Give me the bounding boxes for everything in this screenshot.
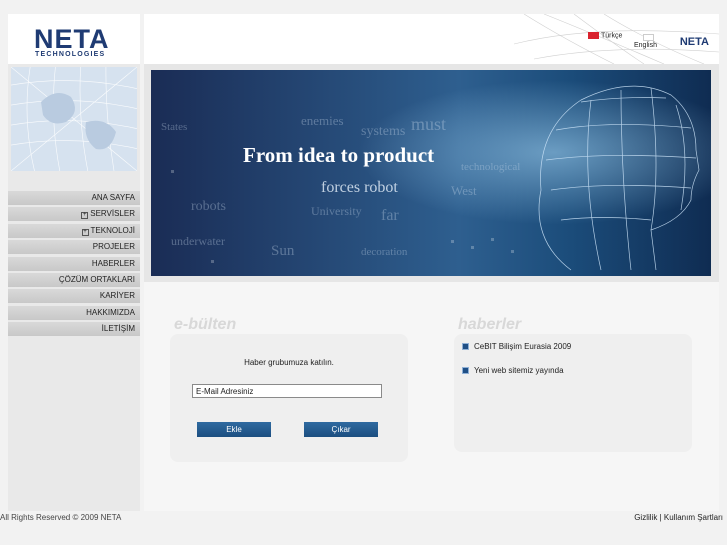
world-map-image: [11, 67, 137, 171]
svg-text:Sun: Sun: [271, 243, 295, 259]
nav-ana-sayfa[interactable]: ANA SAYFA: [8, 191, 140, 205]
svg-text:States: States: [161, 121, 187, 133]
nav-cozum-ortaklari[interactable]: ÇÖZÜM ORTAKLARI: [8, 272, 140, 287]
news-item[interactable]: Yeni web sitemiz yayında: [462, 366, 564, 375]
svg-text:systems: systems: [361, 124, 405, 139]
svg-text:West: West: [451, 183, 477, 198]
newsletter-prompt: Haber grubumuza katılın.: [244, 358, 334, 367]
terms-link[interactable]: Kullanım Şartları: [664, 513, 723, 522]
nav-iletisim[interactable]: İLETİŞİM: [8, 322, 140, 337]
nav-label: SERVİSLER: [90, 209, 135, 219]
newsletter-box: Haber grubumuza katılın. Ekle Çıkar: [170, 334, 408, 462]
svg-text:forces robot: forces robot: [321, 179, 398, 196]
svg-text:must: must: [411, 114, 446, 134]
svg-text:robots: robots: [191, 199, 226, 214]
nav-label: İLETİŞİM: [101, 324, 135, 334]
logo-subtitle: TECHNOLOGIES: [35, 51, 106, 58]
bullet-icon: [462, 367, 469, 374]
lang-label: English: [634, 42, 657, 49]
bullet-icon: [462, 343, 469, 350]
nav-kariyer[interactable]: KARİYER: [8, 289, 140, 304]
svg-text:technological: technological: [461, 161, 520, 173]
haberler-title: haberler: [458, 316, 522, 333]
ebulten-title: e-bülten: [174, 316, 237, 333]
nav-haberler[interactable]: HABERLER: [8, 256, 140, 271]
expand-icon: +: [81, 212, 89, 220]
nav-teknoloji[interactable]: + TEKNOLOJİ: [8, 223, 140, 238]
main-navigation: ANA SAYFA + SERVİSLER + TEKNOLOJİ PROJELER…: [8, 191, 140, 339]
svg-text:enemies: enemies: [301, 113, 344, 128]
svg-text:far: far: [381, 207, 399, 224]
nav-projeler[interactable]: PROJELER: [8, 240, 140, 255]
hero-banner: States enemies systems must robots Unive…: [151, 70, 711, 276]
nav-label: HAKKIMIZDA: [86, 307, 135, 317]
news-box: CeBIT Bilişim Eurasia 2009 Yeni web site…: [454, 334, 692, 452]
news-item[interactable]: CeBIT Bilişim Eurasia 2009: [462, 342, 571, 351]
nav-label: ÇÖZÜM ORTAKLARI: [58, 274, 135, 284]
nav-label: TEKNOLOJİ: [90, 225, 135, 235]
small-logo: NETA: [679, 36, 709, 48]
turkey-flag-icon: [588, 32, 599, 39]
footer-separator: |: [659, 513, 662, 522]
lang-english[interactable]: English: [634, 34, 657, 49]
main-panel: Türkçe English NETA States enemies syste…: [144, 14, 719, 511]
copyright: All Rights Reserved © 2009 NETA: [0, 513, 122, 522]
news-text: Yeni web sitemiz yayında: [474, 366, 564, 375]
page: NETA TECHNOLOGIES ANA SAYFA + SERVİSLER +…: [0, 0, 727, 545]
nav-label: KARİYER: [99, 291, 135, 301]
privacy-link[interactable]: Gizlilik: [634, 513, 657, 522]
uk-flag-icon: [643, 34, 654, 41]
banner-headline: From idea to product: [243, 143, 434, 167]
nav-hakkimizda[interactable]: HAKKIMIZDA: [8, 305, 140, 320]
email-field[interactable]: [192, 384, 382, 398]
lang-label: Türkçe: [601, 32, 623, 40]
nav-label: PROJELER: [92, 242, 135, 252]
footer-links: Gizlilik | Kullanım Şartları: [634, 513, 723, 522]
decorative-map-lines: [513, 14, 719, 64]
remove-button[interactable]: Çıkar: [304, 422, 378, 437]
svg-text:underwater: underwater: [171, 234, 225, 248]
nav-label: HABERLER: [91, 258, 135, 268]
expand-icon: +: [81, 228, 89, 236]
news-text: CeBIT Bilişim Eurasia 2009: [474, 342, 572, 351]
add-button[interactable]: Ekle: [197, 422, 271, 437]
content-area: e-bülten haberler Haber grubumuza katılı…: [144, 282, 719, 511]
top-bar: Türkçe English NETA: [144, 14, 719, 64]
logo[interactable]: NETA TECHNOLOGIES: [8, 14, 140, 64]
svg-text:University: University: [311, 204, 362, 218]
lang-turkish[interactable]: Türkçe: [588, 32, 626, 39]
nav-label: ANA SAYFA: [91, 193, 135, 202]
svg-text:decoration: decoration: [361, 246, 408, 258]
nav-servisler[interactable]: + SERVİSLER: [8, 207, 140, 222]
